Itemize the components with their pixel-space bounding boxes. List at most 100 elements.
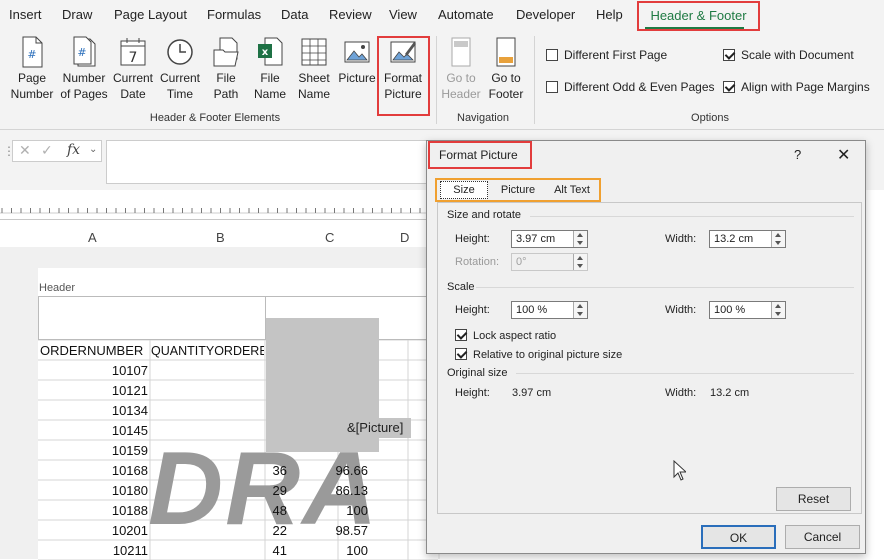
- spinner-arrows[interactable]: [771, 302, 785, 318]
- price-cell[interactable]: 96.66: [328, 463, 368, 478]
- cancel-entry-icon[interactable]: ✕: [19, 142, 31, 159]
- checkbox-box-checked[interactable]: [723, 49, 735, 61]
- tab-help[interactable]: Help: [596, 7, 623, 22]
- scale-with-document-checkbox[interactable]: Scale with Document: [723, 48, 854, 62]
- tab-page-layout[interactable]: Page Layout: [114, 7, 187, 22]
- picture-button[interactable]: Picture: [337, 36, 377, 86]
- chevron-down-icon[interactable]: ⌄: [89, 144, 97, 155]
- order-number-cell[interactable]: 10168: [38, 463, 148, 478]
- different-first-page-checkbox[interactable]: Different First Page: [546, 48, 667, 62]
- file-path-button[interactable]: File Path: [206, 36, 246, 102]
- file-name-button[interactable]: x File Name: [250, 36, 290, 102]
- current-time-button[interactable]: Current Time: [157, 36, 203, 102]
- group-separator: [436, 36, 437, 124]
- column-header-b[interactable]: B: [216, 230, 225, 245]
- formula-input[interactable]: [106, 140, 436, 184]
- order-number-cell[interactable]: 10145: [38, 423, 148, 438]
- tab-alt-text[interactable]: Alt Text: [546, 181, 598, 199]
- height-spinner[interactable]: 3.97 cm: [511, 230, 588, 248]
- spinner-arrows[interactable]: [573, 254, 587, 270]
- checkbox-box-checked[interactable]: [723, 81, 735, 93]
- tab-draw[interactable]: Draw: [62, 7, 92, 22]
- rotation-spinner[interactable]: 0°: [511, 253, 588, 271]
- column-header-c[interactable]: C: [325, 230, 334, 245]
- tab-picture[interactable]: Picture: [494, 181, 542, 199]
- checkbox-box[interactable]: [546, 81, 558, 93]
- tab-developer[interactable]: Developer: [516, 7, 575, 22]
- page-number-button[interactable]: # Page Number: [8, 36, 56, 102]
- go-to-footer-button[interactable]: Go to Footer: [486, 36, 526, 102]
- order-number-cell[interactable]: 10121: [38, 383, 148, 398]
- quantity-cell[interactable]: 36: [267, 463, 287, 478]
- sheet-name-button[interactable]: Sheet Name: [294, 36, 334, 102]
- orig-width-label: Width:: [665, 387, 697, 399]
- rotation-label: Rotation:: [455, 256, 500, 268]
- page-number-icon: #: [22, 36, 43, 68]
- go-to-header-button[interactable]: Go to Header: [441, 36, 481, 102]
- quantity-cell[interactable]: 22: [267, 523, 287, 538]
- price-cell[interactable]: 86.13: [328, 483, 368, 498]
- tab-data[interactable]: Data: [281, 7, 308, 22]
- tab-automate[interactable]: Automate: [438, 7, 494, 22]
- order-number-cell[interactable]: 10159: [38, 443, 148, 458]
- order-number-cell[interactable]: 10188: [38, 503, 148, 518]
- order-number-cell[interactable]: 10180: [38, 483, 148, 498]
- orig-width-value: 13.2 cm: [710, 387, 750, 399]
- help-button[interactable]: ?: [794, 147, 801, 162]
- number-of-pages-icon: #: [73, 36, 96, 67]
- checkbox-box-checked[interactable]: [455, 329, 467, 341]
- order-number-cell[interactable]: 10211: [38, 543, 148, 558]
- checkbox-box[interactable]: [546, 49, 558, 61]
- price-cell[interactable]: 100: [328, 503, 368, 518]
- quantity-cell[interactable]: 41: [267, 543, 287, 558]
- column-header-a[interactable]: A: [88, 230, 97, 245]
- order-number-cell[interactable]: 10201: [38, 523, 148, 538]
- quantity-cell[interactable]: 48: [267, 503, 287, 518]
- spinner-arrows[interactable]: [573, 302, 587, 318]
- quantity-cell[interactable]: 29: [267, 483, 287, 498]
- col-header-ordernumber[interactable]: ORDERNUMBER: [40, 343, 143, 358]
- tab-formulas[interactable]: Formulas: [207, 7, 261, 22]
- reset-button[interactable]: Reset: [776, 487, 851, 511]
- align-with-margins-checkbox[interactable]: Align with Page Margins: [723, 80, 870, 94]
- scale-width-spinner[interactable]: 100 %: [709, 301, 786, 319]
- checkbox-box-checked[interactable]: [455, 348, 467, 360]
- original-size-heading: Original size: [447, 367, 508, 379]
- width-spinner[interactable]: 13.2 cm: [709, 230, 786, 248]
- spinner-arrows[interactable]: [573, 231, 587, 247]
- sheet-page: Header &[Picture] DRA ORDERNUMBER QUANTI…: [38, 268, 438, 560]
- header-label: Header: [39, 282, 76, 294]
- scale-height-spinner[interactable]: 100 %: [511, 301, 588, 319]
- close-icon[interactable]: ✕: [837, 145, 850, 165]
- spinner-arrows[interactable]: [771, 231, 785, 247]
- format-picture-icon: [390, 41, 416, 63]
- price-cell[interactable]: 100: [328, 543, 368, 558]
- tab-size[interactable]: Size: [440, 181, 488, 199]
- column-header-d[interactable]: D: [400, 230, 409, 245]
- scale-height-label: Height:: [455, 304, 490, 316]
- orig-height-value: 3.97 cm: [512, 387, 552, 399]
- scale-heading: Scale: [447, 281, 475, 293]
- cancel-button[interactable]: Cancel: [785, 525, 860, 549]
- current-date-button[interactable]: 7 Current Date: [110, 36, 156, 102]
- different-odd-even-checkbox[interactable]: Different Odd & Even Pages: [546, 80, 715, 94]
- divider: [530, 216, 854, 217]
- number-of-pages-button[interactable]: # Number of Pages: [60, 36, 108, 102]
- sheet-grid-icon: [301, 38, 327, 66]
- order-number-cell[interactable]: 10107: [38, 363, 148, 378]
- svg-text:7: 7: [129, 50, 138, 66]
- tab-insert[interactable]: Insert: [9, 7, 42, 22]
- tab-view[interactable]: View: [389, 7, 417, 22]
- order-number-cell[interactable]: 10134: [38, 403, 148, 418]
- col-header-quantity[interactable]: QUANTITYORDERED: [151, 344, 264, 358]
- format-picture-button[interactable]: Format Picture: [380, 36, 426, 102]
- tab-review[interactable]: Review: [329, 7, 372, 22]
- lock-aspect-checkbox[interactable]: Lock aspect ratio: [455, 329, 556, 342]
- price-cell[interactable]: 98.57: [328, 523, 368, 538]
- group-separator: [534, 36, 535, 124]
- insert-function-icon[interactable]: fx: [67, 142, 80, 158]
- ok-button[interactable]: OK: [701, 525, 776, 549]
- confirm-entry-icon[interactable]: ✓: [41, 142, 53, 159]
- scale-width-label: Width:: [665, 304, 697, 316]
- relative-size-checkbox[interactable]: Relative to original picture size: [455, 348, 622, 361]
